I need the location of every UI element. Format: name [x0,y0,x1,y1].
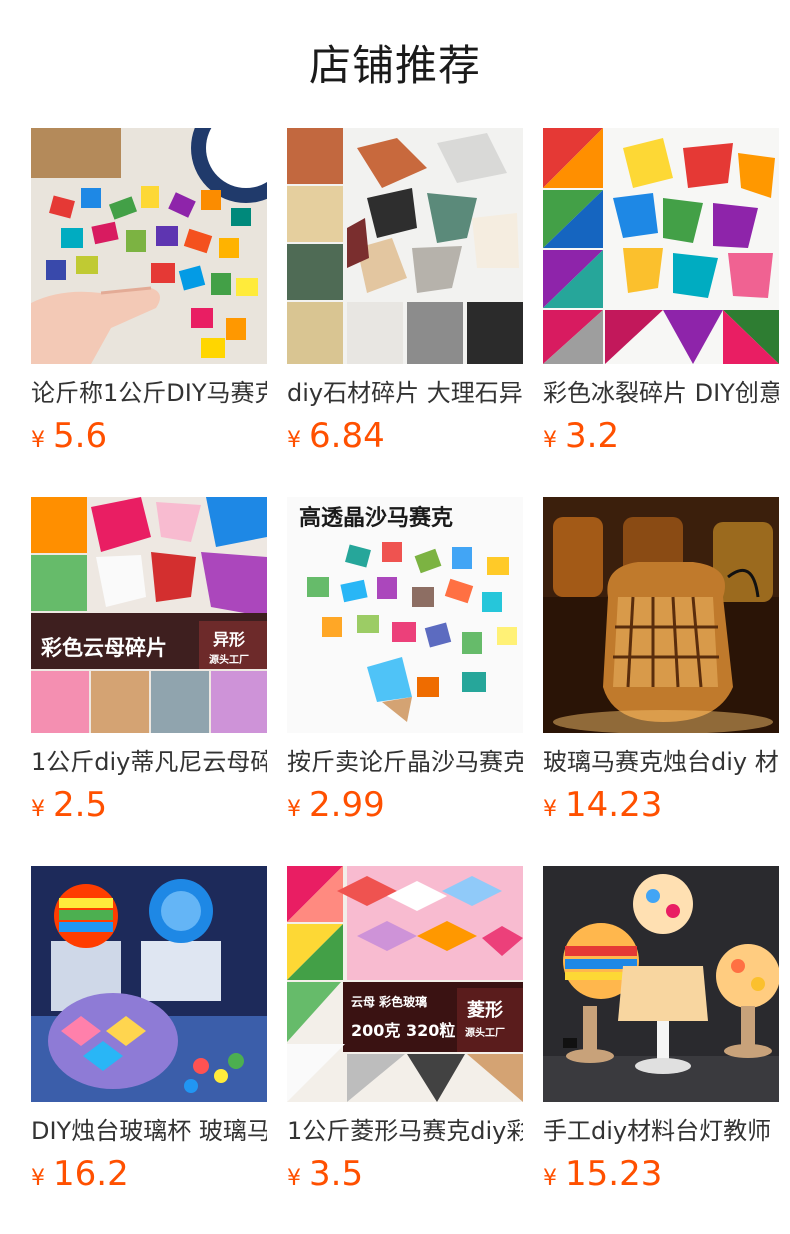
price-value: 6.84 [309,416,385,456]
product-title[interactable]: DIY烛台玻璃杯 玻璃马赛克 [31,1116,267,1146]
product-title[interactable]: 彩色冰裂碎片 DIY创意 [543,378,779,408]
product-image[interactable]: 云母 彩色玻璃 200克 320粒 菱形 源头工厂 [287,866,523,1102]
product-price: ¥15.23 [543,1154,779,1194]
image-banner-subtext: 200克 320粒 [351,1021,455,1040]
product-image[interactable] [287,128,523,364]
product-price: ¥3.2 [543,416,779,456]
product-price: ¥2.99 [287,785,523,825]
currency-symbol: ¥ [31,797,45,822]
product-image[interactable] [543,497,779,733]
product-price: ¥16.2 [31,1154,267,1194]
price-value: 16.2 [53,1154,129,1194]
image-banner-text: 云母 彩色玻璃 [351,994,427,1009]
currency-symbol: ¥ [287,428,301,453]
price-value: 2.5 [53,785,108,825]
image-tag-subtext: 源头工厂 [209,653,249,666]
product-price: ¥6.84 [287,416,523,456]
price-value: 3.5 [309,1154,364,1194]
image-banner-text: 彩色云母碎片 [40,636,167,660]
image-tag-text: 菱形 [467,1000,503,1021]
product-card[interactable]: 论斤称1公斤DIY马赛克 ¥5.6 [31,128,267,456]
product-card[interactable]: 玻璃马赛克烛台diy 材料 ¥14.23 [543,497,779,825]
currency-symbol: ¥ [543,428,557,453]
product-card[interactable]: 彩色云母碎片 异形 源头工厂 1公斤diy蒂凡尼云母碎片 ¥2.5 [31,497,267,825]
image-tag-text: 异形 [213,630,245,649]
product-card[interactable]: diy石材碎片 大理石异形 ¥6.84 [287,128,523,456]
product-card[interactable]: 手工diy材料台灯教师 ¥15.23 [543,866,779,1194]
product-image[interactable] [31,128,267,364]
currency-symbol: ¥ [31,1166,45,1191]
currency-symbol: ¥ [287,797,301,822]
currency-symbol: ¥ [543,1166,557,1191]
product-image[interactable] [543,866,779,1102]
product-image[interactable]: 彩色云母碎片 异形 源头工厂 [31,497,267,733]
product-price: ¥5.6 [31,416,267,456]
product-grid: 论斤称1公斤DIY马赛克 ¥5.6 diy石材碎片 大理石异形 ¥ 6.84 彩… [0,0,790,1234]
product-card[interactable]: 云母 彩色玻璃 200克 320粒 菱形 源头工厂 1公斤菱形马赛克diy彩色 … [287,866,523,1194]
currency-symbol: ¥ [287,1166,301,1191]
product-card[interactable]: 彩色冰裂碎片 DIY创意 ¥3.2 [543,128,779,456]
price-value: 5.6 [53,416,108,456]
product-price: ¥14.23 [543,785,779,825]
currency-symbol: ¥ [31,428,45,453]
product-title[interactable]: 按斤卖论斤晶沙马赛克 [287,747,523,777]
product-card[interactable]: 高透晶沙马赛克 按斤卖论斤晶沙马赛克 ¥ 2.99 [287,497,523,825]
image-tag-subtext: 源头工厂 [465,1026,505,1039]
price-value: 2.99 [309,785,385,825]
product-image[interactable] [543,128,779,364]
product-card[interactable]: DIY烛台玻璃杯 玻璃马赛克 ¥16.2 [31,866,267,1194]
product-image[interactable]: 高透晶沙马赛克 [287,497,523,733]
product-price: ¥3.5 [287,1154,523,1194]
price-value: 14.23 [565,785,663,825]
product-title[interactable]: 玻璃马赛克烛台diy 材料 [543,747,779,777]
product-price: ¥2.5 [31,785,267,825]
image-banner-text: 高透晶沙马赛克 [299,505,453,531]
product-title[interactable]: diy石材碎片 大理石异形 [287,378,523,408]
currency-symbol: ¥ [543,797,557,822]
product-title[interactable]: 1公斤diy蒂凡尼云母碎片 [31,747,267,777]
product-title[interactable]: 1公斤菱形马赛克diy彩色 [287,1116,523,1146]
price-value: 15.23 [565,1154,663,1194]
price-value: 3.2 [565,416,620,456]
product-image[interactable] [31,866,267,1102]
product-title[interactable]: 手工diy材料台灯教师 [543,1116,779,1146]
product-title[interactable]: 论斤称1公斤DIY马赛克 [31,378,267,408]
